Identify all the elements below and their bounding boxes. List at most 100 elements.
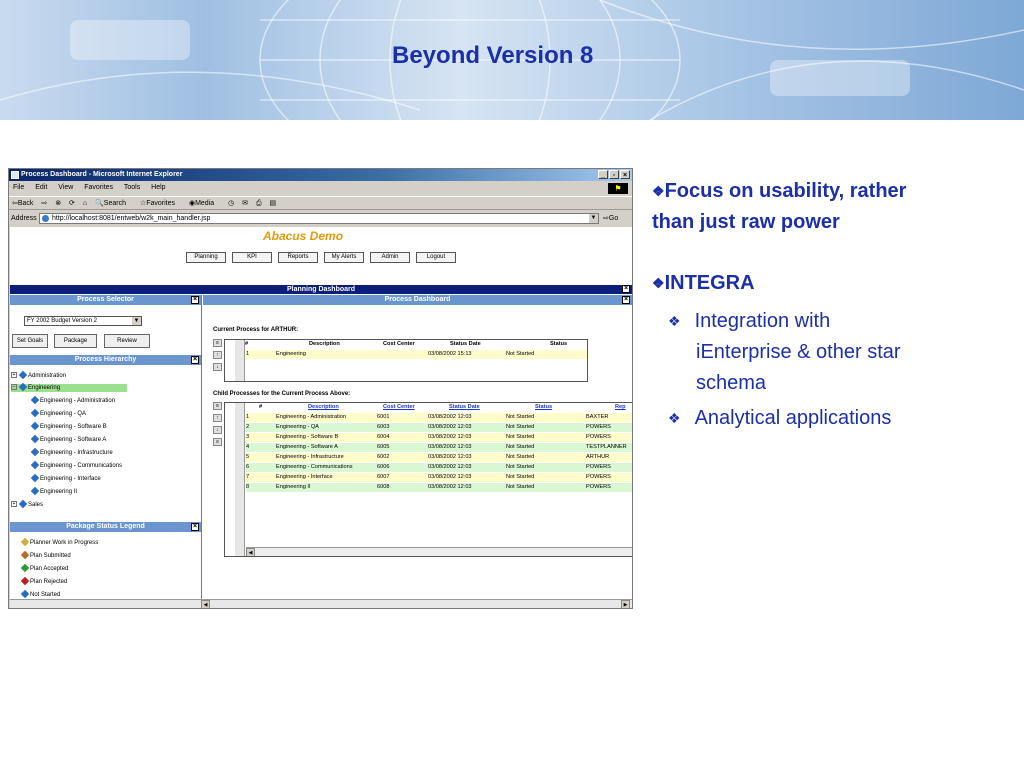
grid-settings-icon[interactable]: ≡ — [213, 402, 222, 410]
table-row[interactable]: 5 Engineering - Infrastructure 6002 03/08/2… — [246, 453, 632, 462]
package-button[interactable]: Package — [54, 334, 97, 348]
column-header-link[interactable]: Rep — [615, 403, 626, 412]
set-goals-button[interactable]: Set Goals — [12, 334, 48, 348]
web-page: Abacus Demo Planning KPI Reports My Aler… — [10, 227, 632, 608]
favorites-icon[interactable]: ☆Favorites — [140, 200, 181, 207]
move-down-icon[interactable]: ↓ — [213, 363, 222, 371]
menu-favorites[interactable]: Favorites — [84, 184, 113, 191]
expand-icon[interactable]: + — [11, 372, 17, 379]
edit-icon[interactable]: ▤ — [270, 200, 277, 207]
chevron-down-icon[interactable]: ▼ — [589, 214, 598, 223]
work-in-progress-icon — [20, 538, 30, 547]
scroll-right-icon[interactable]: ▶ — [621, 600, 630, 608]
grid-options-icon[interactable]: ≡ — [213, 438, 222, 446]
stop-icon[interactable]: ⊗ — [55, 200, 61, 207]
app-title: Abacus Demo — [263, 229, 344, 243]
move-up-icon[interactable]: ↑ — [213, 414, 222, 422]
collapse-icon[interactable]: − — [11, 384, 17, 391]
close-icon[interactable]: × — [191, 523, 199, 531]
grid-settings-icon[interactable]: ≡ — [213, 339, 222, 347]
tree-item-engineering[interactable]: − Engineering — [11, 383, 127, 392]
tree-item-child[interactable]: Engineering - Software A — [30, 435, 106, 444]
process-status-icon — [30, 435, 40, 444]
legend-label: Not Started — [30, 592, 61, 598]
history-icon[interactable]: ◷ — [228, 200, 234, 207]
table-row[interactable]: 8 Engineering II 6008 03/08/2002 12:03 Not S… — [246, 483, 632, 492]
table-row[interactable]: 2 Engineering - QA 6003 03/08/2002 12:03 Not… — [246, 423, 632, 432]
child-processes-grid: # Description Cost Center Status Date St… — [224, 402, 632, 557]
ie-page-icon — [11, 171, 19, 179]
table-cell: 1 — [246, 414, 250, 420]
budget-version-select[interactable]: FY 2002 Budget Version 2 ▼ — [24, 316, 142, 326]
nav-admin-button[interactable]: Admin — [370, 252, 410, 263]
menu-edit[interactable]: Edit — [35, 184, 47, 191]
print-icon[interactable]: ⎙ — [256, 200, 262, 207]
scroll-left-icon[interactable]: ◀ — [246, 548, 255, 556]
close-icon[interactable]: × — [622, 285, 630, 293]
menu-help[interactable]: Help — [151, 184, 165, 191]
table-cell: 6003 — [377, 424, 390, 430]
table-cell: Not Started — [506, 351, 535, 357]
close-window-button[interactable]: × — [620, 170, 630, 179]
maximize-button[interactable]: ▫ — [609, 170, 619, 179]
back-button[interactable]: ⇦Back — [12, 200, 33, 207]
menu-tools[interactable]: Tools — [124, 184, 140, 191]
table-cell: Not Started — [506, 484, 535, 490]
close-icon[interactable]: × — [191, 296, 199, 304]
browser-window: Process Dashboard - Microsoft Internet E… — [8, 168, 633, 609]
column-header-link[interactable]: Status Date — [449, 403, 480, 412]
nav-planning-button[interactable]: Planning — [186, 252, 226, 263]
menu-view[interactable]: View — [58, 184, 73, 191]
tree-item-child[interactable]: Engineering - Software B — [30, 422, 107, 431]
search-icon[interactable]: 🔍Search — [95, 200, 132, 207]
column-header-link[interactable]: Cost Center — [383, 403, 415, 412]
expand-icon[interactable]: + — [11, 501, 17, 508]
review-button[interactable]: Review — [104, 334, 150, 348]
tree-item-label: Engineering - Communications — [40, 463, 123, 469]
current-process-grid: # Description Cost Center Status Date St… — [224, 339, 588, 382]
move-up-icon[interactable]: ↑ — [213, 351, 222, 359]
minimize-button[interactable]: _ — [598, 170, 608, 179]
home-icon[interactable]: ⌂ — [83, 200, 87, 207]
table-row[interactable]: 7 Engineering - Interface 6007 03/08/2002 1… — [246, 473, 632, 482]
menu-file[interactable]: File — [13, 184, 24, 191]
close-icon[interactable]: × — [622, 296, 630, 304]
tree-item-administration[interactable]: + Administration — [11, 371, 66, 380]
nav-reports-button[interactable]: Reports — [278, 252, 318, 263]
column-header-link[interactable]: Status — [535, 403, 552, 412]
tree-item-sales[interactable]: + Sales — [11, 500, 43, 509]
favorites-label: Favorites — [146, 200, 175, 207]
tree-item-child[interactable]: Engineering - Infrastructure — [30, 448, 113, 457]
nav-my-alerts-button[interactable]: My Alerts — [324, 252, 364, 263]
media-icon[interactable]: ◉Media — [189, 200, 220, 207]
nav-kpi-button[interactable]: KPI — [232, 252, 272, 263]
nav-logout-button[interactable]: Logout — [416, 252, 456, 263]
chevron-down-icon[interactable]: ▼ — [132, 317, 141, 325]
tree-item-child[interactable]: Engineering - Communications — [30, 461, 123, 470]
table-row[interactable]: 1 Engineering 03/08/2002 15:13 Not Start… — [246, 350, 587, 359]
vertical-scrollbar[interactable] — [235, 340, 245, 381]
table-cell: 6 — [246, 464, 250, 470]
process-dashboard-pane: Process Dashboard × Current Process for … — [203, 295, 632, 608]
mail-icon[interactable]: ✉ — [242, 200, 248, 207]
process-status-icon — [30, 396, 40, 405]
table-row[interactable]: 6 Engineering - Communications 6006 03/08/2… — [246, 463, 632, 472]
table-row[interactable]: 3 Engineering - Software B 6004 03/08/2002 … — [246, 433, 632, 442]
tree-item-child[interactable]: Engineering II — [30, 487, 77, 496]
go-button[interactable]: ⇨Go — [603, 212, 618, 225]
vertical-scrollbar[interactable] — [235, 403, 245, 556]
tree-item-child[interactable]: Engineering - Interface — [30, 474, 101, 483]
grid-horizontal-scrollbar[interactable]: ◀ — [246, 547, 632, 556]
address-input[interactable]: http://localhost:8081/entweb/w2k_main_ha… — [39, 213, 599, 224]
forward-button[interactable]: ⇨ — [41, 200, 47, 207]
table-row[interactable]: 1 Engineering - Administration 6001 03/08/2… — [246, 413, 632, 422]
close-icon[interactable]: × — [191, 356, 199, 364]
column-header-link[interactable]: Description — [308, 403, 339, 412]
tree-item-child[interactable]: Engineering - QA — [30, 409, 86, 418]
refresh-icon[interactable]: ⟳ — [69, 200, 75, 207]
table-row[interactable]: 4 Engineering - Software A 6005 03/08/2002 … — [246, 443, 632, 452]
tree-item-child[interactable]: Engineering - Administration — [30, 396, 115, 405]
scroll-left-icon[interactable]: ◀ — [201, 600, 210, 608]
move-down-icon[interactable]: ↓ — [213, 426, 222, 434]
page-horizontal-scrollbar[interactable]: ◀ ▶ — [10, 599, 632, 608]
